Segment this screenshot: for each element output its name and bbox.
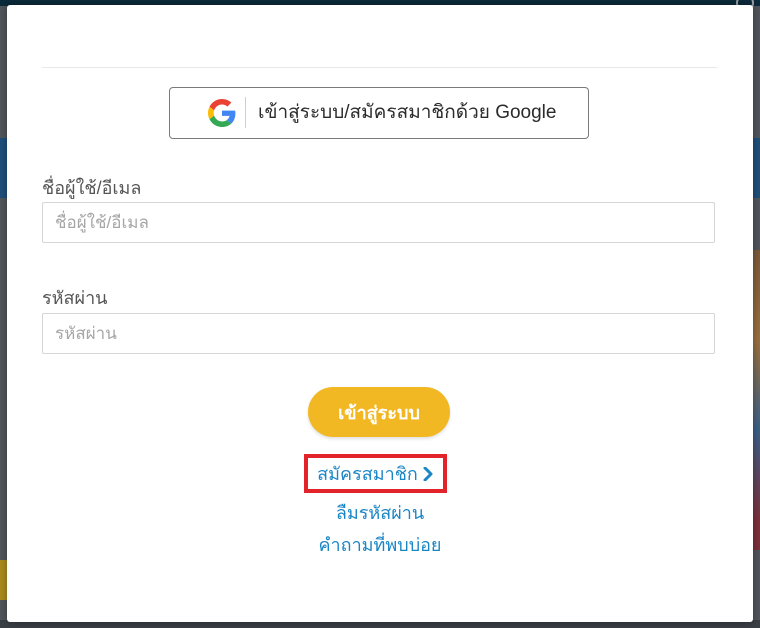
background-nav-strip <box>0 138 7 198</box>
chevron-right-icon <box>423 466 433 481</box>
login-button[interactable]: เข้าสู่ระบบ <box>308 387 450 437</box>
password-input[interactable] <box>42 313 715 354</box>
google-login-label: เข้าสู่ระบบ/สมัครสมาชิกด้วย Google <box>258 102 557 123</box>
google-button-separator <box>245 97 246 128</box>
username-input[interactable] <box>42 202 715 243</box>
register-link-label: สมัครสมาชิก <box>317 464 418 484</box>
password-label: รหัสผ่าน <box>42 288 108 308</box>
google-g-icon <box>208 99 236 127</box>
background-nav-strip-right <box>752 138 760 198</box>
register-link[interactable]: สมัครสมาชิก <box>308 458 443 489</box>
background-image-strip <box>752 250 760 550</box>
login-dialog: เข้าสู่ระบบ/สมัครสมาชิกด้วย Google ชื่อผ… <box>7 5 753 622</box>
register-highlight-box: สมัครสมาชิก <box>304 454 447 493</box>
background-banner-strip <box>0 560 7 600</box>
faq-link[interactable]: คำถามที่พบบ่อย <box>7 530 753 559</box>
forgot-password-link[interactable]: ลืมรหัสผ่าน <box>7 498 753 527</box>
google-login-button[interactable]: เข้าสู่ระบบ/สมัครสมาชิกด้วย Google <box>169 87 589 139</box>
username-label: ชื่อผู้ใช้/อีเมล <box>42 178 142 198</box>
dialog-divider <box>42 67 717 68</box>
